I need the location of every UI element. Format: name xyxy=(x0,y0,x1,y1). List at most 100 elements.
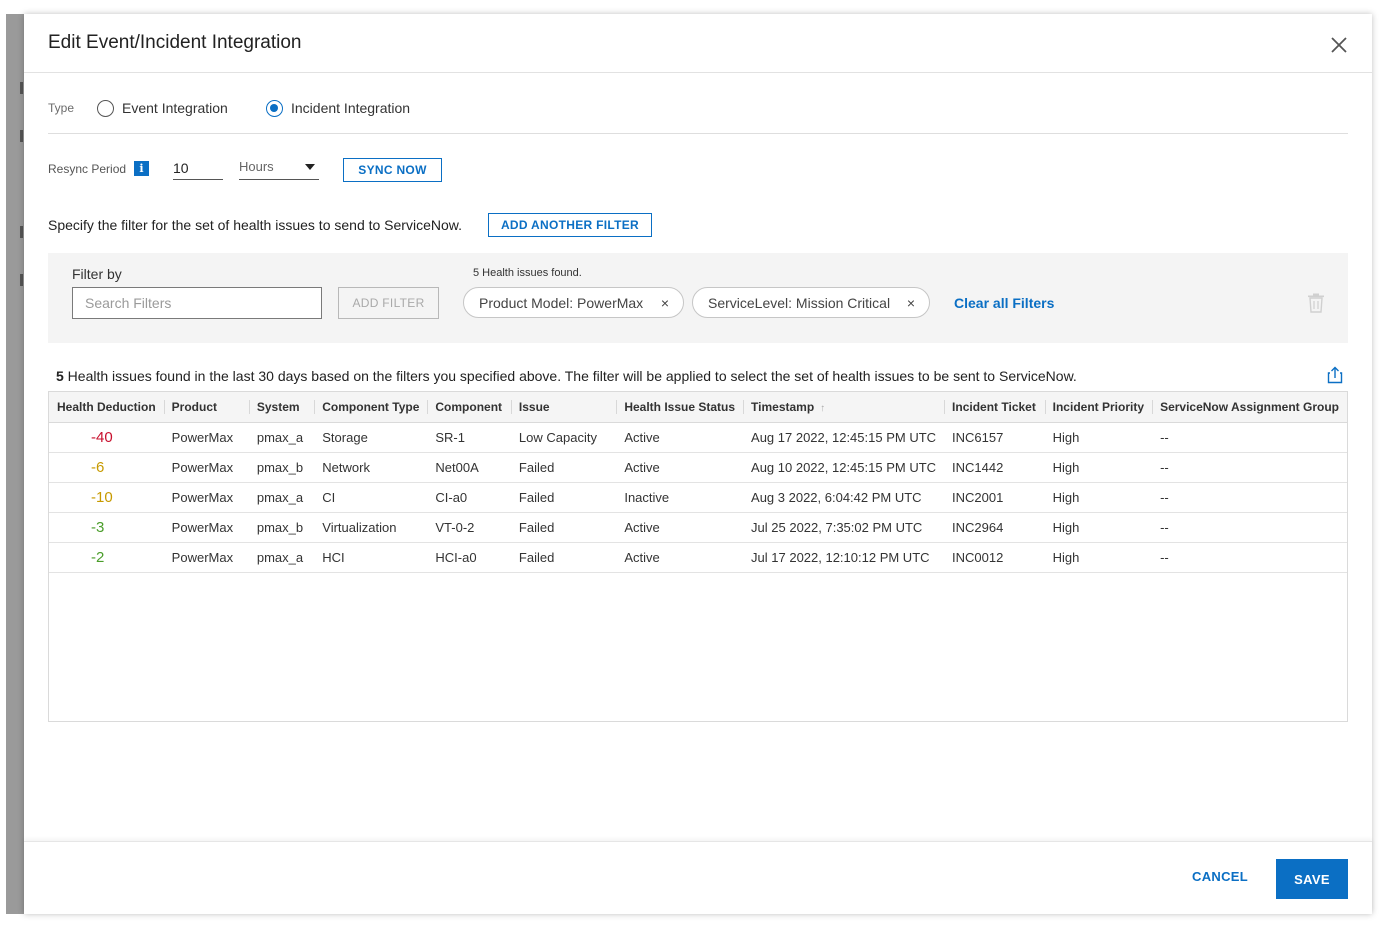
health-issues-table: Health Deduction Product System Componen… xyxy=(48,391,1348,722)
edit-integration-modal: Edit Event/Incident Integration Type Eve… xyxy=(24,14,1372,914)
issues-table: Health Deduction Product System Componen… xyxy=(49,392,1347,573)
info-icon[interactable]: i xyxy=(134,161,149,176)
column-header-issue[interactable]: Issue xyxy=(510,392,617,423)
timestamp-header-label: Timestamp xyxy=(751,399,815,414)
type-row: Type Event Integration Incident Integrat… xyxy=(48,94,1348,134)
column-header-incident-ticket[interactable]: Incident Ticket xyxy=(944,392,1045,423)
cell-component: CI-a0 xyxy=(435,489,468,505)
cell-system: pmax_b xyxy=(256,519,304,535)
export-icon xyxy=(1327,366,1343,384)
cell-priority: High xyxy=(1052,549,1080,565)
cell-priority: High xyxy=(1052,489,1080,505)
column-header-product[interactable]: Product xyxy=(163,392,249,423)
save-button[interactable]: SAVE xyxy=(1276,859,1348,899)
cell-status: Active xyxy=(624,459,660,475)
cell-component-type: HCI xyxy=(322,549,345,565)
cancel-button[interactable]: CANCEL xyxy=(1192,869,1248,884)
close-icon xyxy=(1331,37,1347,53)
table-row[interactable]: -3 PowerMax pmax_b Virtualization VT-0-2 Fail… xyxy=(49,512,1347,542)
column-header-incident-priority[interactable]: Incident Priority xyxy=(1044,392,1153,423)
export-button[interactable] xyxy=(1326,366,1344,384)
remove-chip-icon[interactable]: × xyxy=(907,295,915,311)
cell-issue: Failed xyxy=(518,519,555,535)
table-header-row: Health Deduction Product System Componen… xyxy=(49,392,1347,423)
cell-assignment-group: -- xyxy=(1160,519,1169,535)
cell-health-deduction: -6 xyxy=(91,458,105,476)
cell-status: Active xyxy=(624,519,660,535)
cell-issue: Failed xyxy=(518,489,555,505)
table-row[interactable]: -40 PowerMax pmax_a Storage SR-1 Low Capacity… xyxy=(49,422,1347,452)
cell-component: SR-1 xyxy=(435,429,465,445)
cell-priority: High xyxy=(1052,429,1080,445)
radio-incident-integration[interactable]: Incident Integration xyxy=(266,98,410,118)
sort-ascending-icon: ↑ xyxy=(820,402,826,414)
cell-timestamp: Jul 17 2022, 12:10:12 PM UTC xyxy=(751,549,930,565)
cell-system: pmax_b xyxy=(256,459,304,475)
close-button[interactable] xyxy=(1327,33,1351,57)
background-tick xyxy=(20,274,23,286)
cell-health-deduction: -40 xyxy=(91,428,113,446)
results-summary: 5 Health issues found in the last 30 day… xyxy=(56,368,1077,384)
modal-header: Edit Event/Incident Integration xyxy=(24,14,1372,73)
cell-status: Inactive xyxy=(624,489,670,505)
cell-incident-ticket: INC6157 xyxy=(952,429,1004,445)
background-app-strip xyxy=(6,14,24,914)
cell-system: pmax_a xyxy=(256,489,304,505)
cell-incident-ticket: INC1442 xyxy=(952,459,1004,475)
table-row[interactable]: -10 PowerMax pmax_a CI CI-a0 Failed Inactive Au… xyxy=(49,482,1347,512)
delete-filter-button[interactable] xyxy=(1307,293,1325,313)
background-tick xyxy=(20,82,23,94)
radio-circle-selected xyxy=(266,99,283,117)
remove-chip-icon[interactable]: × xyxy=(661,295,669,311)
radio-event-integration[interactable]: Event Integration xyxy=(97,98,228,118)
unit-select-value: Hours xyxy=(239,159,274,174)
results-count: 5 xyxy=(56,368,64,384)
cell-component-type: Storage xyxy=(322,429,368,445)
clear-all-filters-link[interactable]: Clear all Filters xyxy=(954,295,1054,311)
cell-issue: Low Capacity xyxy=(518,429,597,445)
cell-priority: High xyxy=(1052,519,1080,535)
results-description: Health issues found in the last 30 days … xyxy=(63,368,1077,384)
resync-unit-select[interactable]: Hours xyxy=(239,156,319,180)
modal-title: Edit Event/Incident Integration xyxy=(48,32,302,53)
column-header-component[interactable]: Component xyxy=(427,392,511,423)
sync-now-button[interactable]: SYNC NOW xyxy=(343,158,442,182)
column-header-health-issue-status[interactable]: Health Issue Status xyxy=(616,392,744,423)
cell-timestamp: Aug 17 2022, 12:45:15 PM UTC xyxy=(751,429,937,445)
filter-chip-service-level[interactable]: ServiceLevel: Mission Critical × xyxy=(692,287,930,318)
trash-icon xyxy=(1308,293,1324,313)
column-header-assignment-group[interactable]: ServiceNow Assignment Group xyxy=(1152,392,1347,423)
cell-product: PowerMax xyxy=(171,549,234,565)
filter-panel: Filter by ADD FILTER 5 Health issues fou… xyxy=(48,253,1348,343)
resync-period-input[interactable] xyxy=(173,156,223,180)
search-filters-input[interactable] xyxy=(72,287,322,319)
add-another-filter-button[interactable]: ADD ANOTHER FILTER xyxy=(488,213,652,237)
cell-health-deduction: -10 xyxy=(91,488,113,506)
add-filter-button[interactable]: ADD FILTER xyxy=(338,287,439,319)
cell-product: PowerMax xyxy=(171,489,234,505)
cell-incident-ticket: INC2964 xyxy=(952,519,1004,535)
cell-status: Active xyxy=(624,429,660,445)
cell-priority: High xyxy=(1052,459,1080,475)
column-header-health-deduction[interactable]: Health Deduction xyxy=(49,392,164,423)
radio-label: Event Integration xyxy=(122,100,228,116)
cell-component: HCI-a0 xyxy=(435,549,477,565)
chip-label: Product Model: PowerMax xyxy=(479,294,644,311)
cell-assignment-group: -- xyxy=(1160,429,1169,445)
filter-chip-product-model[interactable]: Product Model: PowerMax × xyxy=(463,287,684,318)
cell-issue: Failed xyxy=(518,549,555,565)
background-tick xyxy=(20,130,23,142)
cell-system: pmax_a xyxy=(256,549,304,565)
radio-circle xyxy=(97,99,114,117)
cell-timestamp: Aug 3 2022, 6:04:42 PM UTC xyxy=(751,489,922,505)
table-row[interactable]: -6 PowerMax pmax_b Network Net00A Failed Activ… xyxy=(49,452,1347,482)
filter-spec-text: Specify the filter for the set of health… xyxy=(48,217,462,233)
cell-component-type: CI xyxy=(322,489,336,505)
table-row[interactable]: -2 PowerMax pmax_a HCI HCI-a0 Failed Active Jul… xyxy=(49,542,1347,572)
column-header-timestamp[interactable]: Timestamp ↑ xyxy=(743,392,945,423)
column-header-component-type[interactable]: Component Type xyxy=(314,392,428,423)
column-header-system[interactable]: System xyxy=(248,392,315,423)
divider xyxy=(48,133,1348,134)
cell-component-type: Network xyxy=(322,459,370,475)
cell-status: Active xyxy=(624,549,660,565)
